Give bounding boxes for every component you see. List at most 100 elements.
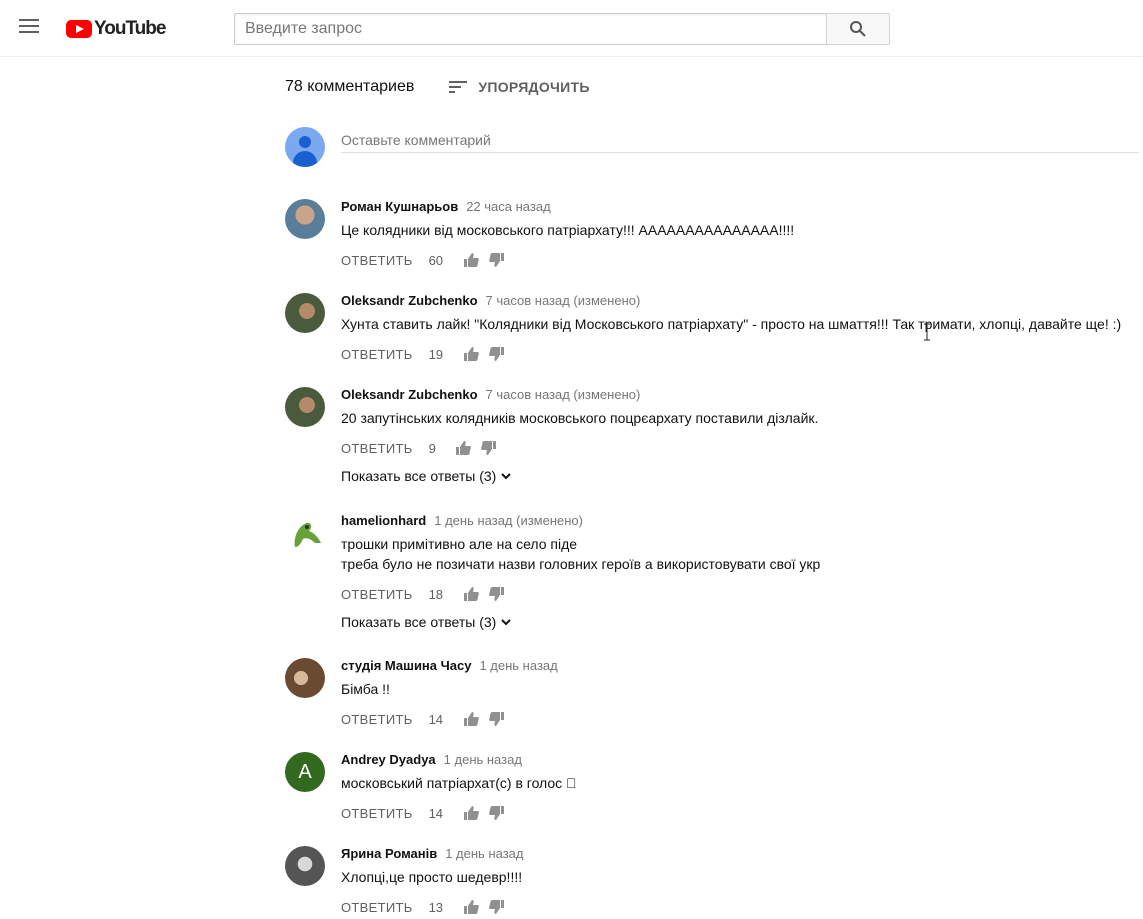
avatar-body	[293, 151, 317, 167]
author-avatar[interactable]	[285, 199, 325, 239]
author-avatar[interactable]	[285, 658, 325, 698]
thumbs-down-icon[interactable]	[488, 711, 505, 727]
comment-time[interactable]: 1 день назад	[445, 846, 523, 861]
comment-body: Andrey Dyadya 1 день назад московський п…	[341, 752, 1141, 825]
comment-text: Бімба !!	[341, 681, 390, 697]
search-input[interactable]	[234, 13, 826, 45]
comment-body: Ярина Романів 1 день назад Хлопці,це про…	[341, 846, 1141, 919]
add-comment-input[interactable]	[341, 127, 1139, 153]
comment-body: студія Машина Часу 1 день назад Бімба !!…	[341, 658, 1141, 731]
thumbs-down-icon[interactable]	[488, 346, 505, 362]
like-count: 14	[428, 711, 444, 727]
author-avatar[interactable]	[285, 293, 325, 333]
hamburger-line	[19, 25, 39, 27]
comment-text: московський патріархат(с) в голос 󾌴	[341, 775, 577, 791]
comment-text: Хунта ставить лайк! "Колядники від Моско…	[341, 316, 1122, 332]
comment-time[interactable]: 1 день назад (изменено)	[434, 513, 583, 528]
reply-button[interactable]: ОТВЕТИТЬ	[341, 441, 413, 456]
comment-body: Роман Кушнарьов 22 часа назад Це колядни…	[341, 199, 1141, 272]
comment-text: 20 запутінських колядників московського …	[341, 410, 819, 426]
like-count: 9	[428, 440, 436, 456]
comment-author[interactable]: Ярина Романів	[341, 846, 437, 861]
like-count: 19	[428, 346, 444, 362]
comment-meta: Роман Кушнарьов 22 часа назад	[341, 199, 1141, 217]
avatar-head	[299, 136, 311, 148]
comment-time[interactable]: 1 день назад	[479, 658, 557, 673]
comment-actions: ОТВЕТИТЬ 13	[341, 895, 1141, 919]
comment-time[interactable]: 7 часов назад (изменено)	[486, 387, 641, 402]
comment-meta: Oleksandr Zubchenko 7 часов назад (измен…	[341, 387, 1141, 405]
sort-button[interactable]: УПОРЯДОЧИТЬ	[448, 79, 589, 95]
sort-label: УПОРЯДОЧИТЬ	[478, 79, 590, 95]
comment-text-line: трошки примітивно але на село піде	[341, 536, 578, 552]
author-avatar[interactable]	[285, 513, 325, 553]
thumbs-down-icon[interactable]	[488, 586, 505, 602]
chevron-down-icon	[501, 619, 512, 626]
comment-meta: студія Машина Часу 1 день назад	[341, 658, 1141, 676]
user-avatar	[285, 127, 325, 167]
show-replies-label: Показать все ответы (3)	[341, 614, 497, 630]
thumbs-up-icon[interactable]	[463, 586, 479, 602]
guide-menu-button[interactable]	[19, 19, 39, 37]
like-count: 14	[428, 805, 444, 821]
comment-actions: ОТВЕТИТЬ 60	[341, 248, 1141, 272]
comment-meta: Ярина Романів 1 день назад	[341, 846, 1141, 864]
reply-button[interactable]: ОТВЕТИТЬ	[341, 587, 413, 602]
hamburger-icon	[19, 19, 39, 21]
comment-actions: ОТВЕТИТЬ 19	[341, 342, 1141, 366]
author-avatar[interactable]	[285, 387, 325, 427]
reply-button[interactable]: ОТВЕТИТЬ	[341, 806, 413, 821]
comment-author[interactable]: студія Машина Часу	[341, 658, 471, 673]
comment-meta: Oleksandr Zubchenko 7 часов назад (измен…	[341, 293, 1141, 311]
youtube-logo[interactable]: YouTube	[66, 18, 166, 39]
comment-actions: ОТВЕТИТЬ 14	[341, 707, 1141, 731]
thumbs-up-icon[interactable]	[463, 346, 479, 362]
reply-button[interactable]: ОТВЕТИТЬ	[341, 347, 413, 362]
add-comment-box	[285, 127, 1140, 167]
chameleon-avatar-image	[294, 522, 321, 547]
reply-button[interactable]: ОТВЕТИТЬ	[341, 712, 413, 727]
show-replies-button[interactable]: Показать все ответы (3)	[341, 468, 1141, 484]
comment-actions: ОТВЕТИТЬ 14	[341, 801, 1141, 825]
thumbs-up-icon[interactable]	[463, 252, 479, 268]
comment-actions: ОТВЕТИТЬ 9	[341, 436, 1141, 460]
comments-header: 78 комментариев УПОРЯДОЧИТЬ	[285, 78, 590, 96]
like-count: 60	[428, 252, 444, 268]
thumbs-up-icon[interactable]	[463, 711, 479, 727]
comment-text-line: треба було не позичати назви головних ге…	[341, 556, 821, 572]
search-icon	[850, 21, 866, 37]
thumbs-down-icon[interactable]	[480, 440, 497, 456]
comment-time[interactable]: 1 день назад	[444, 752, 522, 767]
like-count: 13	[428, 899, 444, 915]
comment-time[interactable]: 22 часа назад	[466, 199, 550, 214]
text-cursor-icon	[924, 323, 930, 341]
show-replies-label: Показать все ответы (3)	[341, 468, 497, 484]
thumbs-down-icon[interactable]	[488, 252, 505, 268]
show-replies-button[interactable]: Показать все ответы (3)	[341, 614, 1141, 630]
thumbs-up-icon[interactable]	[463, 805, 479, 821]
thumbs-down-icon[interactable]	[488, 899, 505, 915]
reply-button[interactable]: ОТВЕТИТЬ	[341, 253, 413, 268]
comment-author[interactable]: hamelionhard	[341, 513, 426, 528]
search-button[interactable]	[826, 13, 890, 45]
comment-author[interactable]: Oleksandr Zubchenko	[341, 387, 478, 402]
comment-author[interactable]: Роман Кушнарьов	[341, 199, 458, 214]
reply-button[interactable]: ОТВЕТИТЬ	[341, 900, 413, 915]
search-box	[234, 13, 890, 45]
comment-text: Хлопці,це просто шедевр!!!!	[341, 869, 523, 885]
comment-author[interactable]: Oleksandr Zubchenko	[341, 293, 478, 308]
comment-author[interactable]: Andrey Dyadya	[341, 752, 436, 767]
comment-actions: ОТВЕТИТЬ 18	[341, 582, 1141, 606]
masthead: YouTube	[0, 0, 1143, 57]
chevron-down-icon	[501, 473, 512, 480]
thumbs-up-icon[interactable]	[463, 899, 479, 915]
author-avatar[interactable]: A	[285, 752, 325, 792]
sort-icon	[449, 81, 468, 93]
comment-meta: hamelionhard 1 день назад (изменено)	[341, 513, 1141, 531]
thumbs-up-icon[interactable]	[455, 440, 471, 456]
logo-text: YouTube	[94, 18, 166, 39]
thumbs-down-icon[interactable]	[488, 805, 505, 821]
comment-time[interactable]: 7 часов назад (изменено)	[486, 293, 641, 308]
comment-meta: Andrey Dyadya 1 день назад	[341, 752, 1141, 770]
author-avatar[interactable]	[285, 846, 325, 886]
